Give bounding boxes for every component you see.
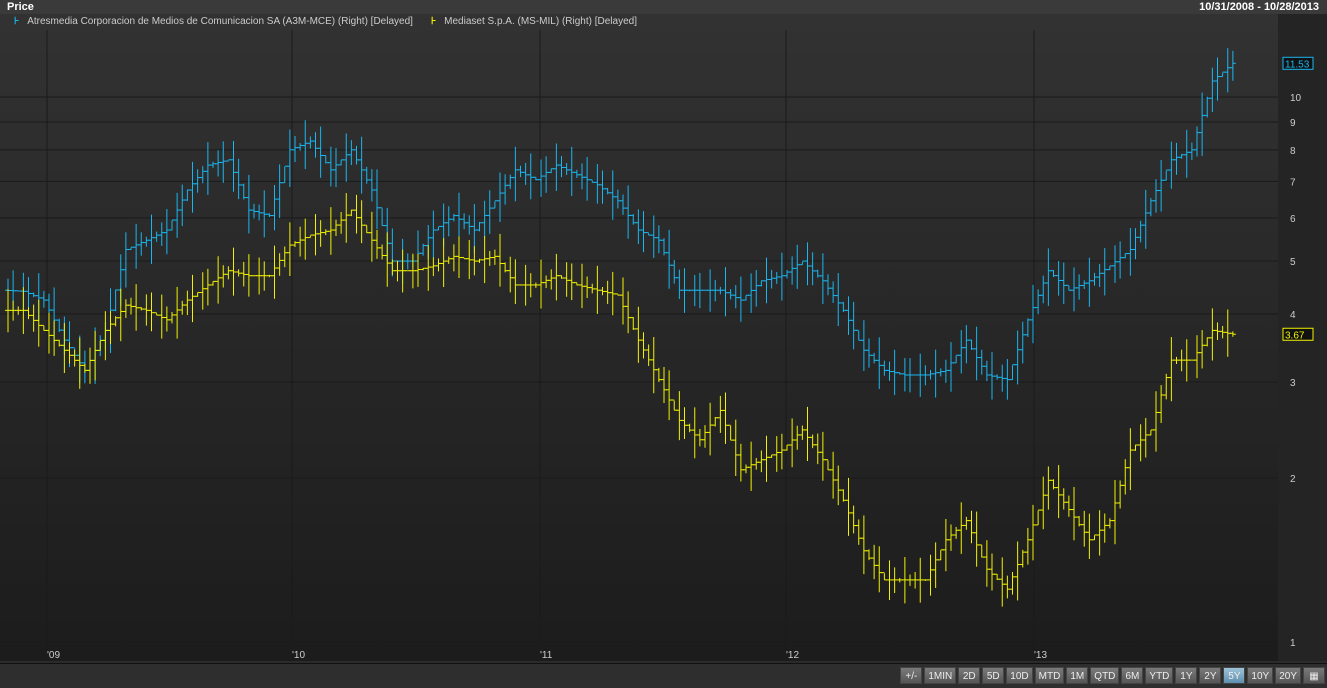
y-tick-label: 7 [1290,177,1296,188]
legend-item-atresmedia[interactable]: ⊦ Atresmedia Corporacion de Medios de Com… [14,16,413,27]
last-price-label: 3.67 [1285,330,1305,341]
y-tick-label: 8 [1290,146,1296,157]
y-tick-label: 2 [1290,474,1296,485]
x-tick-label: '13 [1034,650,1047,661]
x-tick-label: '12 [786,650,799,661]
last-price-label: 11.53 [1285,59,1310,70]
range-button-2d[interactable]: 2D [958,667,981,684]
y-tick-label: 9 [1290,118,1296,129]
price-chart: 1 2 3 4 5 6 7 8 9 10 '09 '10 '11 '12 '13 11.53 3.67 [0,14,1327,661]
legend-item-mediaset[interactable]: ⊦ Mediaset S.p.A. (MS-MIL) (Right) [Delay… [431,16,637,27]
range-button-10d[interactable]: 10D [1006,667,1033,684]
bar-marker-icon: ⊦ [430,16,437,27]
y-tick-label: 3 [1290,378,1296,389]
range-button-5y[interactable]: 5Y [1223,667,1246,684]
range-button-1y[interactable]: 1Y [1175,667,1198,684]
range-button-ytd[interactable]: YTD [1145,667,1174,684]
range-button-2y[interactable]: 2Y [1199,667,1222,684]
toolbar: +/- 1MIN 2D 5D 10D MTD 1M QTD 6M YTD 1Y 2Y 5Y 10Y 20Y ▦ [0,663,1327,688]
y-tick-label: 10 [1290,93,1302,104]
range-button-10y[interactable]: 10Y [1247,667,1274,684]
range-button-qtd[interactable]: QTD [1090,667,1120,684]
range-button-5d[interactable]: 5D [982,667,1005,684]
range-button-1m[interactable]: 1M [1066,667,1089,684]
y-tick-label: 4 [1290,310,1296,321]
x-tick-label: '11 [540,650,553,661]
bar-marker-icon: ⊦ [14,16,20,27]
legend: ⊦ Atresmedia Corporacion de Medios de Com… [14,16,637,27]
legend-label: Atresmedia Corporacion de Medios de Comu… [27,16,413,27]
x-tick-label: '10 [292,650,305,661]
range-button-6m[interactable]: 6M [1121,667,1144,684]
range-button-mtd[interactable]: MTD [1034,667,1065,684]
range-button-grid[interactable]: ▦ [1303,667,1325,684]
x-tick-label: '09 [47,650,60,661]
plot-area [0,14,1278,661]
range-button-20y[interactable]: 20Y [1275,667,1301,684]
y-tick-label: 6 [1290,214,1296,225]
range-button-[interactable]: +/- [900,667,923,684]
y-tick-label: 1 [1290,638,1296,649]
y-tick-label: 5 [1290,257,1296,268]
legend-label: Mediaset S.p.A. (MS-MIL) (Right) [Delaye… [444,16,637,27]
range-button-1min[interactable]: 1MIN [924,667,957,684]
